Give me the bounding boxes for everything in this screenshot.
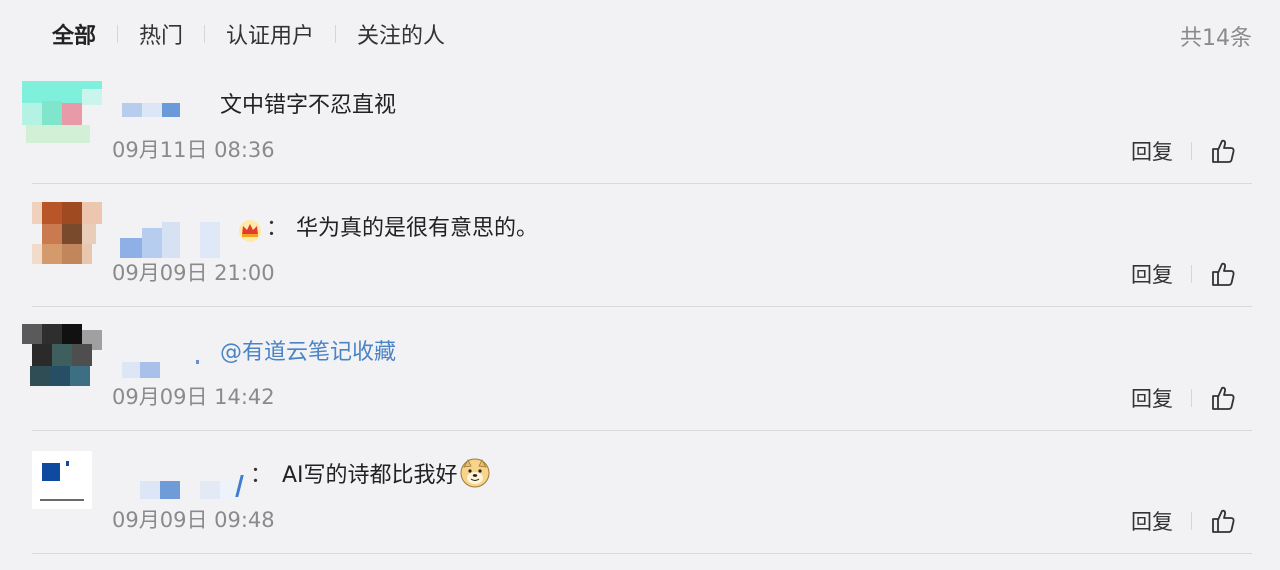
mention-link[interactable]: @有道云笔记收藏 [220,334,396,366]
reply-button[interactable]: 回复 [1131,136,1173,166]
comment-divider [32,553,1252,554]
tab-all[interactable]: 全部 [52,18,96,50]
tab-divider [117,25,119,43]
comment-time: 09月11日 08:36 [112,138,275,162]
username[interactable] [120,95,220,119]
tab-divider [335,25,337,43]
colon: ： [250,463,273,488]
comment-item: @有道云笔记收藏 09月09日 14:42 回复 [0,324,1280,447]
action-divider [1191,142,1192,160]
thumbs-up-icon[interactable] [1210,508,1236,534]
username[interactable] [120,465,260,499]
thumbs-up-icon[interactable] [1210,261,1236,287]
reply-button[interactable]: 回复 [1131,259,1173,289]
action-divider [1191,512,1192,530]
avatar[interactable] [32,451,92,509]
comment-item: 文中错字不忍直视 09月11日 08:36 回复 [0,77,1280,200]
comment-item: ： AI写的诗都比我好 09月09日 09:48 回复 [0,447,1280,570]
comment-text-content: AI写的诗都比我好 [282,463,458,488]
comment-actions: 回复 [1131,260,1236,288]
tab-verified-users[interactable]: 认证用户 [226,18,314,50]
doge-emoji-icon [460,458,490,488]
comment-time: 09月09日 09:48 [112,508,275,532]
reply-button[interactable]: 回复 [1131,506,1173,536]
action-divider [1191,265,1192,283]
colon: ： [266,216,289,241]
username[interactable] [120,342,220,378]
tab-divider [204,25,206,43]
avatar[interactable] [32,202,102,264]
comment-actions: 回复 [1131,507,1236,535]
comment-divider [32,430,1252,431]
tab-following[interactable]: 关注的人 [357,18,445,50]
tab-hot[interactable]: 热门 [139,18,183,50]
comment-item: ： 华为真的是很有意思的。 09月09日 21:00 回复 [0,200,1280,323]
comment-actions: 回复 [1131,137,1236,165]
filter-tabs: 全部 热门 认证用户 关注的人 [52,18,445,50]
comment-time: 09月09日 14:42 [112,385,275,409]
thumbs-up-icon[interactable] [1210,385,1236,411]
comment-divider [32,183,1252,184]
thumbs-up-icon[interactable] [1210,138,1236,164]
comment-text: 文中错字不忍直视 [220,93,397,118]
reply-button[interactable]: 回复 [1131,383,1173,413]
comment-count: 共14条 [1180,26,1252,51]
username[interactable] [120,218,220,258]
comment-text: 华为真的是很有意思的。 [296,216,539,241]
crown-icon [239,220,261,242]
comment-actions: 回复 [1131,384,1236,412]
comment-divider [32,306,1252,307]
action-divider [1191,389,1192,407]
avatar[interactable] [22,324,102,388]
comment-text: AI写的诗都比我好 [282,457,490,489]
comment-time: 09月09日 21:00 [112,261,275,285]
avatar[interactable] [22,81,102,143]
